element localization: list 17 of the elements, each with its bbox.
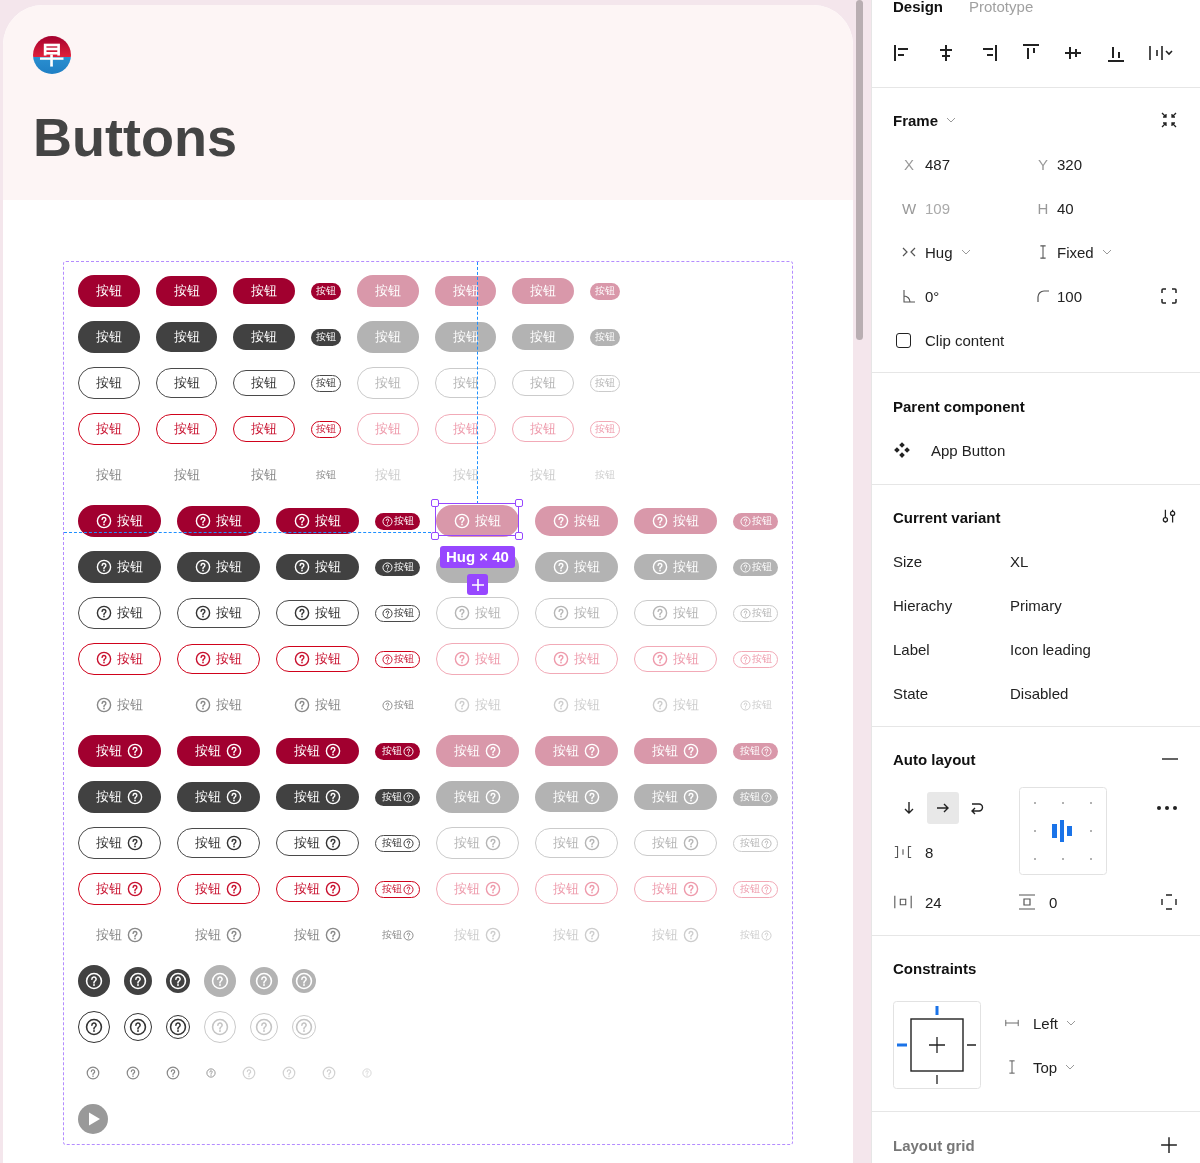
field-label: Y xyxy=(1037,155,1049,173)
checkbox-label: Clip content xyxy=(925,331,1005,349)
field-label: H xyxy=(1036,199,1050,217)
property-name: Hierachy xyxy=(893,596,954,614)
property-name: State xyxy=(893,684,930,702)
field-label: W xyxy=(900,199,918,217)
section-title: Parent component xyxy=(893,397,1025,415)
property-name: Size xyxy=(893,552,924,570)
section-title: Constraints xyxy=(893,959,977,977)
section-title: Current variant xyxy=(893,508,1001,526)
section-title: Frame xyxy=(893,111,939,129)
section-title: Layout grid xyxy=(893,1136,975,1154)
size-tooltip: Hug × 40 xyxy=(440,546,515,568)
field-label: X xyxy=(903,155,915,173)
page-title: Buttons xyxy=(33,107,237,167)
section-title: Auto layout xyxy=(893,750,976,768)
property-name: Label xyxy=(893,640,931,658)
